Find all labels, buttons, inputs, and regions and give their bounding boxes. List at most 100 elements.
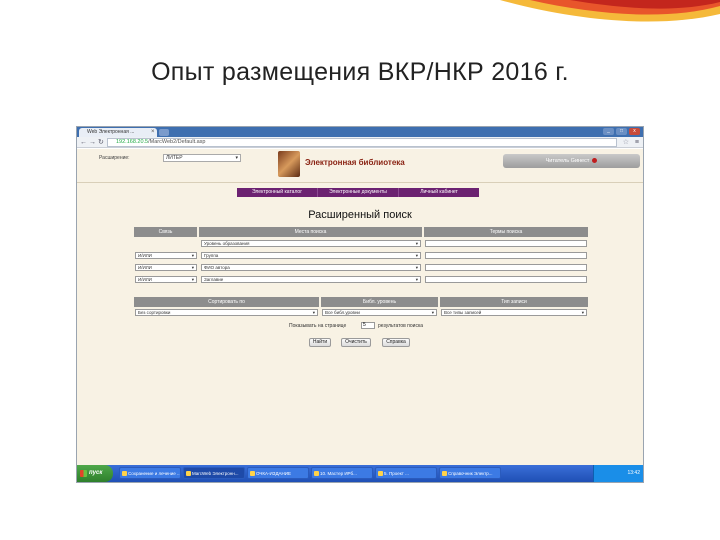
field-select-1[interactable]: Уровень образования ▾: [201, 240, 421, 247]
bookmark-star-icon[interactable]: ☆: [623, 138, 629, 147]
system-tray: 13:42: [593, 465, 643, 482]
taskbar-item[interactable]: ОЧКА-ИЗДАНИЕ: [247, 467, 309, 479]
sort-header: Сортировать по: [134, 297, 319, 307]
pager-value: 5: [363, 322, 366, 328]
chevron-down-icon: ▾: [581, 310, 584, 315]
exit-icon[interactable]: [592, 158, 598, 164]
extension-label: Расширение:: [99, 155, 130, 161]
tab-title: Web Электронная ...: [87, 129, 135, 135]
library-title: Электронная библиотека: [305, 158, 405, 167]
new-tab-button[interactable]: [159, 129, 169, 136]
type-value: Все типы записей: [444, 310, 482, 315]
pager-label: Показывать на странице: [289, 323, 347, 329]
browser-toolbar: ← → ↻ 192.168.20.5/MarcWeb2/Default.asp …: [77, 137, 643, 148]
taskbar-item[interactable]: Сохранение и лечение ...: [119, 467, 181, 479]
app-icon: [186, 471, 191, 476]
close-window-button[interactable]: x: [629, 128, 640, 135]
sort-select[interactable]: Без сортировки ▾: [135, 309, 318, 316]
help-button[interactable]: Справка: [382, 338, 410, 347]
logic-select-3[interactable]: И/ИЛИ ▾: [135, 276, 197, 283]
back-icon[interactable]: ←: [80, 138, 87, 147]
task-label: Справочник Электр...: [448, 471, 493, 476]
sort-value: Без сортировки: [138, 310, 171, 315]
extension-select[interactable]: ЛИТЕР ▾: [163, 154, 241, 162]
type-header: Тип записи: [440, 297, 588, 307]
taskbar-item[interactable]: MarcWeb Электронн...: [183, 467, 245, 479]
logic-value-3: И/ИЛИ: [138, 277, 152, 282]
level-select[interactable]: Все библ.уровни ▾: [322, 309, 437, 316]
term-input-3[interactable]: [425, 264, 587, 271]
task-label: 10. Мастер ИРб...: [320, 471, 357, 476]
slide-title: Опыт размещения ВКР/НКР 2016 г.: [151, 58, 569, 86]
reader-button[interactable]: Читатель Gинест: [503, 154, 640, 168]
reload-icon[interactable]: ↻: [98, 138, 104, 147]
chevron-down-icon: ▾: [415, 265, 418, 270]
chevron-down-icon: ▾: [415, 241, 418, 246]
extension-value: ЛИТЕР: [166, 155, 183, 161]
task-label: Сохранение и лечение ...: [128, 471, 181, 476]
level-header: Библ. уровень: [321, 297, 438, 307]
field-select-3[interactable]: ФИО автора ▾: [201, 264, 421, 271]
decorative-swoosh: [500, 0, 720, 22]
minimize-button[interactable]: _: [603, 128, 614, 135]
taskbar-item[interactable]: 5. Проект ...: [375, 467, 437, 479]
chevron-down-icon: ▾: [191, 277, 194, 282]
field-select-2[interactable]: Группа ▾: [201, 252, 421, 259]
logic-value-2: И/ИЛИ: [138, 265, 152, 270]
start-label: пуск: [89, 470, 103, 476]
taskbar-item[interactable]: 10. Мастер ИРб...: [311, 467, 373, 479]
menu-item-cabinet[interactable]: Личный кабинет: [399, 188, 479, 197]
term-input-1[interactable]: [425, 240, 587, 247]
web-page: Расширение: ЛИТЕР ▾ Электронная библиоте…: [77, 149, 643, 467]
menu-item-catalog[interactable]: Электронный каталог: [237, 188, 318, 197]
reader-label: Читатель Gинест: [545, 158, 590, 164]
app-icon: [442, 471, 447, 476]
clock: 13:42: [627, 470, 640, 476]
task-label: MarcWeb Электронн...: [192, 471, 239, 476]
app-icon: [378, 471, 383, 476]
logic-select-2[interactable]: И/ИЛИ ▾: [135, 264, 197, 271]
window-controls: _ □ x: [603, 128, 640, 135]
task-label: 5. Проект ...: [384, 471, 409, 476]
task-label: ОЧКА-ИЗДАНИЕ: [256, 471, 292, 476]
term-input-4[interactable]: [425, 276, 587, 283]
logic-select-1[interactable]: И/ИЛИ ▾: [135, 252, 197, 259]
menu-item-documents[interactable]: Электронные документы: [318, 188, 399, 197]
maximize-button[interactable]: □: [616, 128, 627, 135]
type-select[interactable]: Все типы записей ▾: [441, 309, 587, 316]
find-button[interactable]: Найти: [309, 338, 331, 347]
tab-bar: Web Электронная ... × _ □ x: [77, 127, 643, 137]
pager-select[interactable]: 5: [361, 322, 375, 329]
close-icon[interactable]: ×: [151, 128, 155, 137]
browser-screenshot: Web Электронная ... × _ □ x ← → ↻ 192.16…: [76, 126, 644, 483]
search-title: Расширенный поиск: [308, 209, 412, 221]
logic-header: Связь: [134, 227, 197, 237]
logic-value-1: И/ИЛИ: [138, 253, 152, 258]
field-value-4: Заглавие: [204, 277, 224, 282]
taskbar: пуск Сохранение и лечение ... MarcWeb Эл…: [77, 465, 643, 482]
chevron-down-icon: ▾: [415, 253, 418, 258]
field-value-3: ФИО автора: [204, 265, 230, 270]
taskbar-item[interactable]: Справочник Электр...: [439, 467, 501, 479]
field-value-1: Уровень образования: [204, 241, 250, 246]
chevron-down-icon: ▾: [415, 277, 418, 282]
pager-suffix: результатов поиска: [378, 323, 424, 329]
forward-icon[interactable]: →: [89, 138, 96, 147]
app-icon: [250, 471, 255, 476]
menu-icon[interactable]: ≡: [635, 138, 639, 147]
divider: [77, 182, 643, 183]
library-logo-image: [278, 151, 300, 177]
start-button[interactable]: пуск: [77, 465, 113, 482]
url-path: /MarcWeb2/Default.asp: [148, 139, 206, 145]
level-value: Все библ.уровни: [325, 310, 360, 315]
chevron-down-icon: ▾: [312, 310, 315, 315]
clear-button[interactable]: Очистить: [341, 338, 371, 347]
browser-tab[interactable]: Web Электронная ... ×: [79, 128, 157, 137]
app-icon: [314, 471, 319, 476]
address-bar[interactable]: 192.168.20.5/MarcWeb2/Default.asp: [107, 138, 617, 147]
url-host: 192.168.20.5: [116, 139, 149, 145]
field-select-4[interactable]: Заглавие ▾: [201, 276, 421, 283]
app-icon: [122, 471, 127, 476]
field-header: Места поиска: [199, 227, 422, 237]
term-input-2[interactable]: [425, 252, 587, 259]
